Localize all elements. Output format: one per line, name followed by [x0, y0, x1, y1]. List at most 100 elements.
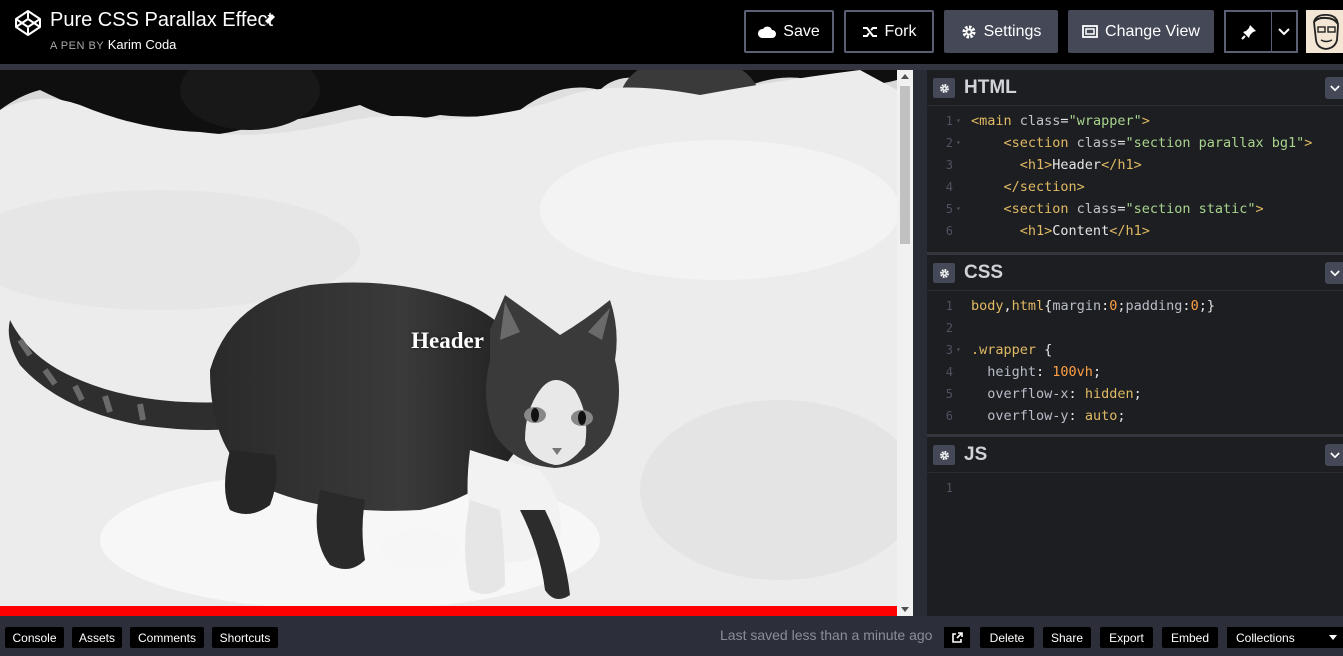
author-link[interactable]: Karim Coda	[108, 37, 177, 52]
html-collapse-button[interactable]	[1325, 77, 1343, 99]
code-line[interactable]: 4 </section>	[927, 176, 1343, 198]
scrollbar-thumb[interactable]	[900, 86, 910, 244]
line-number: 1	[945, 299, 953, 313]
code-token: :	[1068, 386, 1085, 402]
js-collapse-button[interactable]	[1325, 444, 1343, 466]
code-token: >	[1141, 113, 1150, 129]
code-line[interactable]: 3 ▾ .wrapper {	[927, 339, 1343, 361]
shortcuts-button[interactable]: Shortcuts	[212, 627, 278, 648]
scroll-up-arrow-icon[interactable]	[901, 74, 909, 79]
code-token: Content	[1052, 223, 1110, 239]
html-editor[interactable]: HTML 1 ▾ <main class="wrapper"> 2 ▾ <section…	[927, 70, 1343, 252]
code-token: Header	[1052, 157, 1102, 173]
code-line[interactable]: 6 overflow-y: auto;	[927, 405, 1343, 427]
code-token: </h1>	[1109, 223, 1150, 239]
pen-title[interactable]: Pure CSS Parallax Effect	[50, 9, 273, 32]
fold-arrow-icon[interactable]: ▾	[956, 339, 961, 361]
code-token: overflow-y	[971, 408, 1069, 424]
js-code-area[interactable]: 1	[927, 477, 1343, 499]
pin-dropdown-button[interactable]	[1272, 12, 1296, 51]
save-label: Save	[783, 22, 820, 40]
code-line[interactable]: 5 overflow-x: hidden;	[927, 383, 1343, 405]
css-editor[interactable]: CSS 1 body,html{margin:0;padding:0;} 2 3 ▾ .w…	[927, 255, 1343, 434]
scroll-down-arrow-icon[interactable]	[901, 607, 909, 612]
pin-button[interactable]	[1226, 12, 1272, 51]
fork-label: Fork	[884, 22, 917, 40]
line-number: 3	[945, 343, 953, 357]
code-token: >	[1304, 135, 1313, 151]
preview-pane[interactable]: Header	[0, 70, 897, 616]
avatar[interactable]	[1306, 10, 1343, 53]
fork-button[interactable]: Fork	[844, 10, 934, 53]
code-line[interactable]: 6 <h1>Content</h1>	[927, 220, 1343, 242]
top-bar: Pure CSS Parallax Effect A PEN BY Karim …	[0, 0, 1343, 64]
save-button[interactable]: Save	[744, 10, 834, 53]
line-number: 4	[945, 180, 953, 194]
export-button[interactable]: Export	[1100, 627, 1153, 648]
assets-button[interactable]: Assets	[72, 627, 122, 648]
code-line[interactable]: 2 ▾ <section class="section parallax bg1"…	[927, 132, 1343, 154]
line-number: 6	[945, 409, 953, 423]
code-line[interactable]: 5 ▾ <section class="section static">	[927, 198, 1343, 220]
code-text: overflow-y: auto;	[971, 405, 1125, 427]
code-token: :	[1101, 298, 1110, 314]
code-token: ;	[1117, 408, 1126, 424]
collections-select[interactable]: Collections	[1227, 627, 1343, 648]
fold-arrow-icon[interactable]: ▾	[956, 110, 961, 132]
code-line[interactable]: 2	[927, 317, 1343, 339]
code-token: :	[1182, 298, 1191, 314]
code-token: =	[1060, 113, 1069, 129]
line-number: 4	[945, 365, 953, 379]
code-token: ;	[1117, 298, 1126, 314]
collections-label: Collections	[1236, 630, 1295, 645]
layout-icon	[1082, 25, 1098, 38]
html-settings-button[interactable]	[933, 78, 955, 98]
cloud-icon	[758, 26, 777, 38]
change-view-button[interactable]: Change View	[1068, 10, 1214, 53]
pin-menu	[1224, 10, 1298, 53]
open-external-button[interactable]	[944, 627, 970, 648]
external-link-icon	[952, 631, 963, 643]
fold-arrow-icon[interactable]: ▾	[956, 198, 961, 220]
html-code-area[interactable]: 1 ▾ <main class="wrapper"> 2 ▾ <section clas…	[927, 110, 1343, 242]
css-editor-title: CSS	[964, 262, 1004, 283]
delete-button[interactable]: Delete	[980, 627, 1034, 648]
js-editor[interactable]: JS 1	[927, 437, 1343, 616]
code-line[interactable]: 4 height: 100vh;	[927, 361, 1343, 383]
pane-resizer[interactable]	[913, 70, 927, 616]
code-line[interactable]: 1 ▾ <main class="wrapper">	[927, 110, 1343, 132]
css-settings-button[interactable]	[933, 263, 955, 283]
line-number: 3	[945, 158, 953, 172]
code-token: margin	[1052, 298, 1102, 314]
pencil-icon[interactable]	[261, 12, 277, 28]
gear-icon	[962, 25, 976, 38]
fold-arrow-icon[interactable]: ▾	[956, 132, 961, 154]
html-editor-title: HTML	[964, 77, 1017, 98]
preview-scrollbar[interactable]	[897, 70, 913, 616]
change-view-label: Change View	[1105, 22, 1200, 40]
code-token: ;	[1133, 386, 1142, 402]
comments-button[interactable]: Comments	[130, 627, 204, 648]
code-token: class	[1076, 201, 1118, 217]
css-code-area[interactable]: 1 body,html{margin:0;padding:0;} 2 3 ▾ .wrapp…	[927, 295, 1343, 427]
settings-button[interactable]: Settings	[944, 10, 1058, 53]
code-token: :	[1036, 364, 1053, 380]
code-token: hidden	[1084, 386, 1134, 402]
code-line[interactable]: 3 <h1>Header</h1>	[927, 154, 1343, 176]
code-line[interactable]: 1	[927, 477, 1343, 499]
code-text: body,html{margin:0;padding:0;}	[971, 295, 1215, 317]
code-token: body	[971, 298, 1004, 314]
console-button[interactable]: Console	[5, 627, 64, 648]
code-line[interactable]: 1 body,html{margin:0;padding:0;}	[927, 295, 1343, 317]
code-token: "wrapper"	[1068, 113, 1142, 129]
code-token: <section	[1003, 135, 1077, 151]
js-settings-button[interactable]	[933, 445, 955, 465]
code-token: :	[1068, 408, 1085, 424]
css-collapse-button[interactable]	[1325, 262, 1343, 284]
share-button[interactable]: Share	[1043, 627, 1091, 648]
embed-button[interactable]: Embed	[1162, 627, 1218, 648]
codepen-logo-icon[interactable]	[14, 9, 42, 37]
